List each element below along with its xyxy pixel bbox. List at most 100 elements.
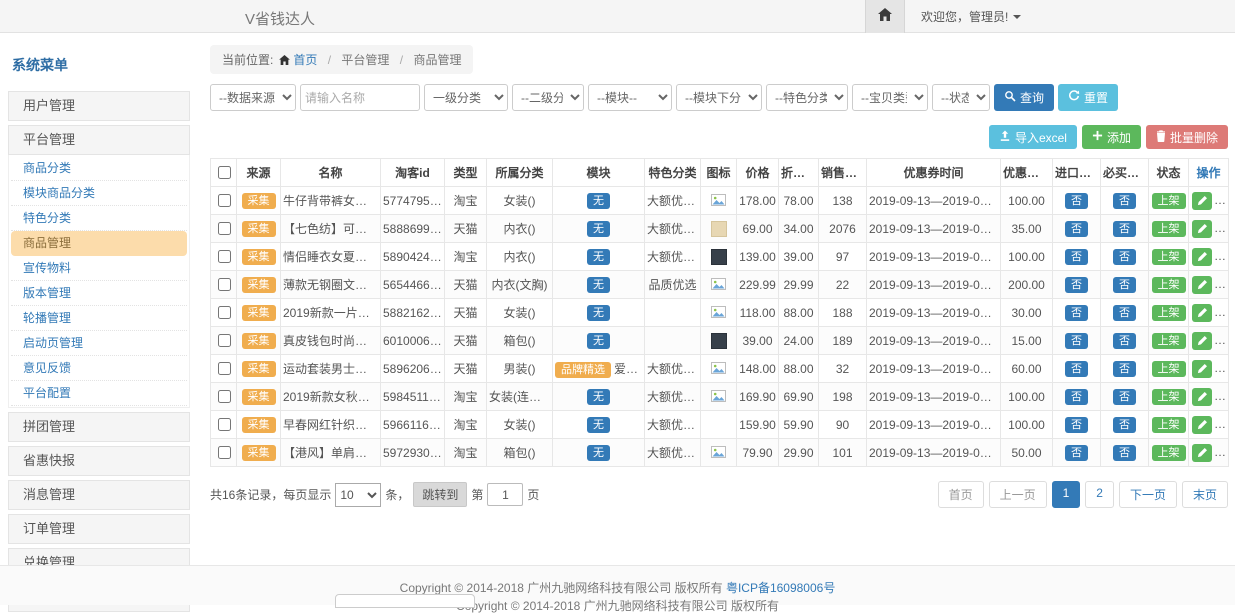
- status-badge[interactable]: 上架: [1152, 445, 1186, 461]
- sidebar-group-用户管理[interactable]: 用户管理: [8, 91, 190, 121]
- filter-select-category-l1[interactable]: 一级分类: [424, 84, 508, 111]
- filter-select-item-type[interactable]: --宝贝类型--: [852, 84, 928, 111]
- batch-delete-button[interactable]: 批量删除: [1146, 125, 1228, 149]
- row-checkbox[interactable]: [218, 278, 231, 291]
- import-pick-toggle[interactable]: 否: [1065, 361, 1088, 377]
- cell-price: 139.00: [737, 243, 779, 271]
- edit-button[interactable]: [1192, 388, 1212, 406]
- row-checkbox[interactable]: [218, 390, 231, 403]
- import-pick-toggle[interactable]: 否: [1065, 445, 1088, 461]
- must-buy-toggle[interactable]: 否: [1113, 305, 1136, 321]
- edit-button[interactable]: [1192, 444, 1212, 462]
- filter-select-module-sub[interactable]: --模块下分类--: [676, 84, 762, 111]
- select-all-checkbox[interactable]: [218, 166, 231, 179]
- status-badge[interactable]: 上架: [1152, 221, 1186, 237]
- breadcrumb-home-link[interactable]: 首页: [293, 53, 317, 67]
- edit-button[interactable]: [1192, 220, 1212, 238]
- reset-button[interactable]: 重置: [1058, 84, 1118, 111]
- must-buy-toggle[interactable]: 否: [1113, 445, 1136, 461]
- edit-button[interactable]: [1192, 332, 1212, 350]
- sidebar-item-版本管理[interactable]: 版本管理: [11, 281, 187, 306]
- row-checkbox[interactable]: [218, 418, 231, 431]
- search-name-input[interactable]: [300, 84, 420, 111]
- sidebar-item-意见反馈[interactable]: 意见反馈: [11, 356, 187, 381]
- status-badge[interactable]: 上架: [1152, 417, 1186, 433]
- import-pick-toggle[interactable]: 否: [1065, 193, 1088, 209]
- must-buy-toggle[interactable]: 否: [1113, 249, 1136, 265]
- must-buy-toggle[interactable]: 否: [1113, 333, 1136, 349]
- row-checkbox[interactable]: [218, 446, 231, 459]
- cell-taoke-id: 565446685867: [381, 271, 445, 299]
- status-badge[interactable]: 上架: [1152, 277, 1186, 293]
- add-button[interactable]: 添加: [1082, 125, 1141, 149]
- import-pick-toggle[interactable]: 否: [1065, 305, 1088, 321]
- sidebar-item-启动页管理[interactable]: 启动页管理: [11, 331, 187, 356]
- edit-button[interactable]: [1192, 248, 1212, 266]
- status-badge[interactable]: 上架: [1152, 305, 1186, 321]
- must-buy-toggle[interactable]: 否: [1113, 361, 1136, 377]
- row-checkbox[interactable]: [218, 194, 231, 207]
- sidebar-item-特色分类[interactable]: 特色分类: [11, 206, 187, 231]
- cell-import-pick: 否: [1053, 411, 1101, 439]
- status-badge[interactable]: 上架: [1152, 361, 1186, 377]
- filter-select-feature[interactable]: --特色分类--: [766, 84, 848, 111]
- sidebar-item-平台配置[interactable]: 平台配置: [11, 381, 187, 406]
- import-pick-toggle[interactable]: 否: [1065, 389, 1088, 405]
- must-buy-toggle[interactable]: 否: [1113, 417, 1136, 433]
- row-checkbox[interactable]: [218, 362, 231, 375]
- edit-button[interactable]: [1192, 304, 1212, 322]
- import-pick-toggle[interactable]: 否: [1065, 277, 1088, 293]
- filter-select-module[interactable]: --模块--: [588, 84, 672, 111]
- must-buy-toggle[interactable]: 否: [1113, 277, 1136, 293]
- edit-button[interactable]: [1192, 276, 1212, 294]
- page-number-input[interactable]: [487, 483, 523, 506]
- page-button-首页[interactable]: 首页: [938, 481, 984, 508]
- sidebar-item-宣传物料[interactable]: 宣传物料: [11, 256, 187, 281]
- import-pick-toggle[interactable]: 否: [1065, 333, 1088, 349]
- sidebar-group-平台管理[interactable]: 平台管理: [8, 125, 190, 155]
- import-pick-toggle[interactable]: 否: [1065, 417, 1088, 433]
- edit-button[interactable]: [1192, 192, 1212, 210]
- sidebar-group-拼团管理[interactable]: 拼团管理: [8, 412, 190, 442]
- must-buy-toggle[interactable]: 否: [1113, 389, 1136, 405]
- product-thumbnail: [711, 333, 727, 349]
- page-button-下一页[interactable]: 下一页: [1119, 481, 1177, 508]
- jump-button[interactable]: 跳转到: [413, 482, 467, 507]
- sidebar-group-订单管理[interactable]: 订单管理: [8, 514, 190, 544]
- row-checkbox[interactable]: [218, 306, 231, 319]
- sidebar-group-消息管理[interactable]: 消息管理: [8, 480, 190, 510]
- import-excel-button[interactable]: 导入excel: [989, 125, 1077, 149]
- page-button-2[interactable]: 2: [1085, 481, 1114, 508]
- user-menu[interactable]: 欢迎您，管理员!: [921, 8, 1021, 25]
- status-badge[interactable]: 上架: [1152, 333, 1186, 349]
- filter-select-data-source[interactable]: --数据来源--: [210, 84, 296, 111]
- records-total-text: 共16条记录，每页显示: [210, 486, 331, 503]
- filter-select-category-l2[interactable]: --二级分类--: [512, 84, 584, 111]
- home-button[interactable]: [865, 0, 905, 33]
- page-button-末页[interactable]: 末页: [1182, 481, 1228, 508]
- import-pick-toggle[interactable]: 否: [1065, 221, 1088, 237]
- sidebar-item-商品管理[interactable]: 商品管理: [11, 231, 187, 256]
- sidebar-item-商品分类[interactable]: 商品分类: [11, 156, 187, 181]
- must-buy-toggle[interactable]: 否: [1113, 221, 1136, 237]
- sidebar-item-模块商品分类[interactable]: 模块商品分类: [11, 181, 187, 206]
- page-button-上一页[interactable]: 上一页: [989, 481, 1047, 508]
- row-checkbox[interactable]: [218, 222, 231, 235]
- product-thumbnail-icon: [711, 361, 727, 377]
- edit-button[interactable]: [1192, 360, 1212, 378]
- edit-button[interactable]: [1192, 416, 1212, 434]
- sidebar-group-省惠快报[interactable]: 省惠快报: [8, 446, 190, 476]
- status-badge[interactable]: 上架: [1152, 389, 1186, 405]
- import-pick-toggle[interactable]: 否: [1065, 249, 1088, 265]
- must-buy-toggle[interactable]: 否: [1113, 193, 1136, 209]
- row-checkbox[interactable]: [218, 250, 231, 263]
- sidebar-item-轮播管理[interactable]: 轮播管理: [11, 306, 187, 331]
- icp-link[interactable]: 粤ICP备16098006号: [726, 581, 835, 595]
- status-badge[interactable]: 上架: [1152, 249, 1186, 265]
- status-badge[interactable]: 上架: [1152, 193, 1186, 209]
- filter-select-status[interactable]: --状态--: [932, 84, 990, 111]
- search-button[interactable]: 查询: [994, 84, 1054, 111]
- per-page-select[interactable]: 10: [335, 483, 381, 507]
- page-button-1[interactable]: 1: [1052, 481, 1081, 508]
- row-checkbox[interactable]: [218, 334, 231, 347]
